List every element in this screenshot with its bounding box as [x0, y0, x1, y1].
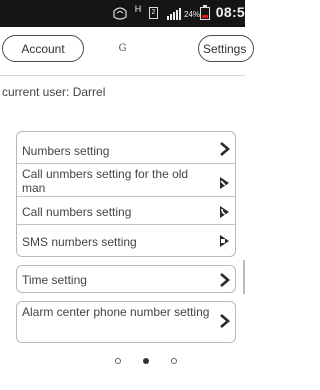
phone-arrow-icon — [220, 206, 229, 218]
call-numbers-old-man-row[interactable]: Call unmbers setting for the old man — [17, 164, 235, 197]
signal-strength-icon — [167, 8, 181, 20]
phone-arrow-icon — [220, 177, 229, 189]
page-indicator — [0, 356, 245, 368]
row-label: SMS numbers setting — [22, 235, 137, 249]
chevron-right-icon — [220, 273, 230, 287]
chevron-right-icon — [220, 314, 230, 328]
row-label: Time setting — [22, 273, 87, 287]
settings-button[interactable]: Settings — [198, 35, 254, 62]
settings-group-numbers: Numbers setting Call unmbers setting for… — [16, 131, 236, 257]
sms-numbers-setting-row[interactable]: SMS numbers setting — [17, 225, 235, 256]
page-dot-2[interactable] — [143, 358, 149, 364]
wifi-icon — [113, 7, 127, 20]
settings-group-alarm: Alarm center phone number setting — [16, 301, 236, 343]
page-dot-1[interactable] — [115, 358, 121, 364]
settings-group-time: Time setting — [16, 265, 236, 293]
row-label: Alarm center phone number setting — [22, 305, 210, 319]
battery-percent: 24% — [184, 10, 201, 19]
battery-icon — [200, 5, 210, 20]
scrollbar[interactable] — [243, 260, 245, 294]
current-user-label: current user: Darrel — [2, 85, 106, 99]
status-bar: H 2 24% 08:5 — [0, 0, 245, 27]
message-arrow-icon — [220, 235, 229, 247]
header: Account G Settings — [0, 27, 254, 76]
chevron-right-icon — [220, 142, 230, 156]
time-setting-row[interactable]: Time setting — [17, 266, 235, 292]
row-label: Numbers setting — [22, 144, 110, 158]
network-type-label: H — [134, 4, 142, 14]
page-dot-3[interactable] — [171, 358, 177, 364]
alarm-center-number-row[interactable]: Alarm center phone number setting — [17, 302, 235, 342]
clock: 08:5 — [215, 4, 245, 20]
sim-icon: 2 — [149, 7, 158, 19]
row-label: Call unmbers setting for the old man — [22, 167, 189, 195]
numbers-setting-row[interactable]: Numbers setting — [17, 132, 235, 164]
call-numbers-setting-row[interactable]: Call numbers setting — [17, 197, 235, 225]
row-label: Call numbers setting — [22, 205, 132, 219]
